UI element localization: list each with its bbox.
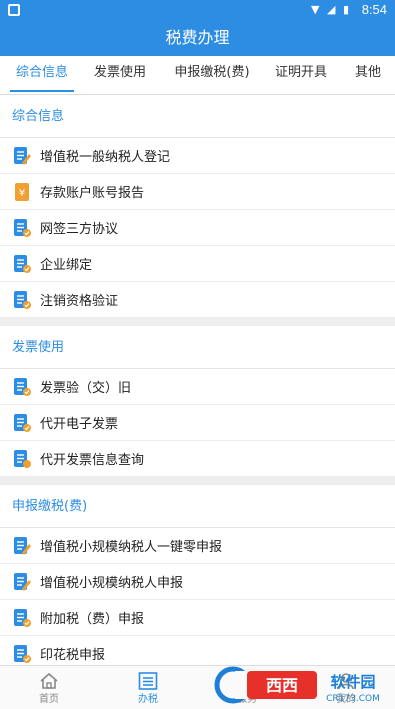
service-item-label: 增值税一般纳税人登记	[40, 150, 171, 165]
home-icon	[40, 672, 58, 689]
service-item-label: 增值税小规模纳税人一键零申报	[40, 540, 223, 555]
section-title: 综合信息	[0, 95, 395, 138]
document-edit-icon	[14, 146, 31, 165]
service-item-label: 发票验（交）旧	[40, 381, 132, 396]
tab-label: 申报缴税(费)	[174, 65, 250, 80]
service-item-label: 代开电子发票	[40, 417, 119, 432]
service-item[interactable]: 增值税小规模纳税人申报	[0, 564, 395, 600]
service-item[interactable]: 代开电子发票	[0, 405, 395, 441]
service-item[interactable]: ¥ 存款账户账号报告	[0, 174, 395, 210]
document-check-icon	[14, 377, 31, 396]
section-divider	[0, 477, 395, 485]
tab-other[interactable]: 其他	[346, 56, 390, 94]
document-edit-icon	[14, 572, 31, 591]
yuan-document-icon: ¥	[15, 182, 29, 201]
document-check-icon	[14, 413, 31, 432]
tab-tax-filing[interactable]: 申报缴税(费)	[166, 56, 258, 94]
document-check-icon	[14, 608, 31, 627]
document-check-icon	[14, 218, 31, 237]
svg-text:CR173.COM: CR173.COM	[326, 694, 380, 704]
service-item-label: 注销资格验证	[40, 294, 119, 309]
tab-certificates[interactable]: 证明开具	[268, 56, 334, 94]
service-item[interactable]: 增值税小规模纳税人一键零申报	[0, 528, 395, 564]
document-check-icon	[14, 254, 31, 273]
service-item[interactable]: 发票验（交）旧	[0, 369, 395, 405]
document-edit-icon	[14, 536, 31, 555]
service-item[interactable]: 印花税申报	[0, 636, 395, 665]
service-item-label: 附加税（费）申报	[40, 612, 145, 627]
status-bar: ▼ ◢ ▮ 8:54	[0, 0, 395, 20]
document-search-icon	[14, 449, 31, 468]
service-item[interactable]: 附加税（费）申报	[0, 600, 395, 636]
service-item[interactable]: 网签三方协议	[0, 210, 395, 246]
svg-text:¥: ¥	[19, 188, 25, 199]
nav-label: 办税	[138, 694, 158, 705]
service-item[interactable]: 注销资格验证	[0, 282, 395, 318]
document-check-icon	[14, 644, 31, 663]
page-title: 税费办理	[0, 20, 395, 56]
svg-text:西西: 西西	[266, 676, 298, 695]
tab-general-info[interactable]: 综合信息	[6, 56, 78, 94]
svg-text:软件园: 软件园	[330, 673, 375, 691]
status-time: 8:54	[361, 2, 387, 17]
section-divider	[0, 318, 395, 326]
tab-label: 发票使用	[93, 65, 146, 80]
service-item[interactable]: 增值税一般纳税人登记	[0, 138, 395, 174]
tab-label: 综合信息	[15, 65, 68, 80]
system-status-icons: ▼ ◢ ▮	[311, 3, 351, 16]
list-icon	[138, 672, 158, 690]
service-item-label: 印花税申报	[40, 648, 106, 663]
service-item-label: 企业绑定	[40, 258, 93, 273]
service-item-label: 增值税小规模纳税人申报	[40, 576, 184, 591]
service-item[interactable]: 代开发票信息查询	[0, 441, 395, 477]
service-item-label: 网签三方协议	[40, 222, 119, 237]
service-item[interactable]: 企业绑定	[0, 246, 395, 282]
tab-bar: 综合信息 发票使用 申报缴税(费) 证明开具 其他	[0, 56, 395, 95]
service-list: 综合信息 增值税一般纳税人登记 ¥ 存款账户账号报告 网签三方协议 企业绑定 注销资格验证发…	[0, 95, 395, 665]
tab-label: 其他	[354, 65, 381, 80]
document-check-icon	[14, 290, 31, 309]
notification-icon	[8, 4, 20, 16]
service-item-label: 代开发票信息查询	[40, 453, 145, 468]
tab-label: 证明开具	[274, 65, 327, 80]
watermark-logo: 西西 软件园 CR173.COM	[214, 666, 380, 704]
nav-label: 首页	[39, 694, 59, 705]
section-title: 发票使用	[0, 326, 395, 369]
nav-home[interactable]: 首页	[0, 666, 98, 709]
nav-tax[interactable]: 办税	[99, 666, 197, 709]
section-title: 申报缴税(费)	[0, 485, 395, 528]
tab-invoice-use[interactable]: 发票使用	[86, 56, 154, 94]
service-item-label: 存款账户账号报告	[40, 186, 145, 201]
